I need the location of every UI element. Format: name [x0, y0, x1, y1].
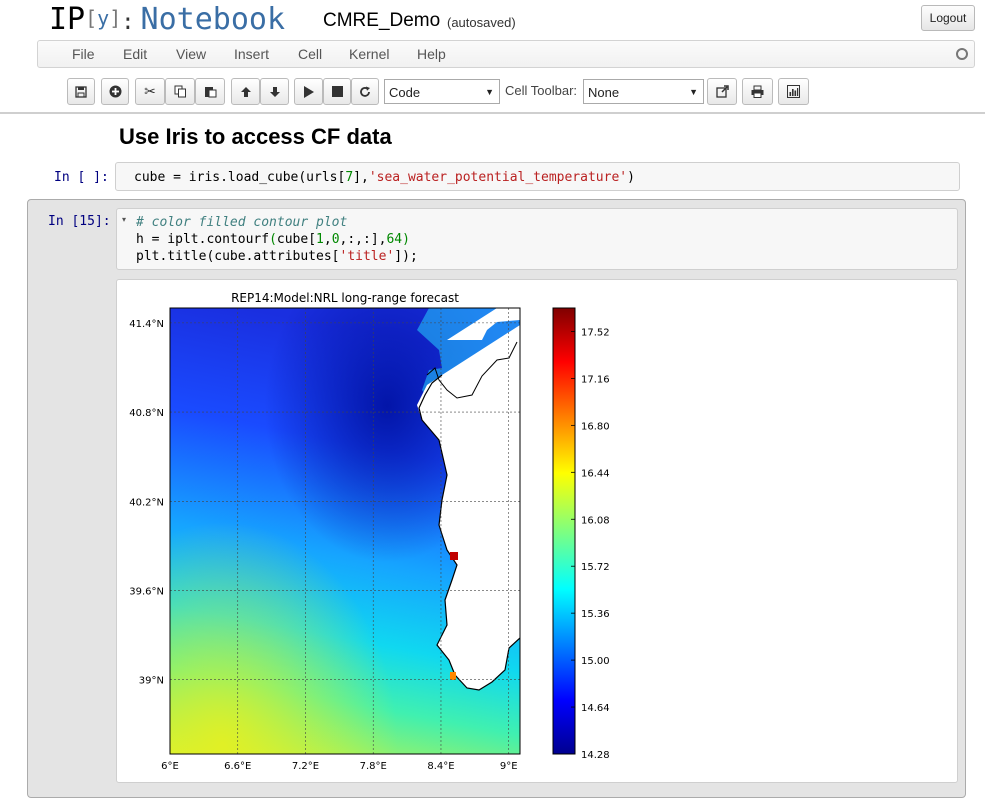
x-tick-label: 8.4°E — [427, 761, 454, 772]
y-tick-label: 39°N — [139, 676, 164, 687]
logo-notebook-text: Notebook — [140, 2, 286, 37]
colorbar-tick-label: 15.00 — [581, 656, 610, 667]
insert-cell-button[interactable] — [101, 78, 129, 105]
cell-prompt: In [15]: — [48, 214, 111, 229]
menu-edit[interactable]: Edit — [123, 46, 147, 62]
markdown-heading[interactable]: Use Iris to access CF data — [119, 124, 392, 150]
y-tick-label: 41.4°N — [129, 319, 164, 330]
warm-spot — [450, 672, 456, 680]
dropdown-arrow-icon: ▼ — [689, 87, 698, 97]
colorbar-tick-label: 14.64 — [581, 703, 610, 714]
kernel-idle-icon — [956, 48, 968, 60]
paste-icon — [204, 87, 216, 98]
header: IP[y]: Notebook CMRE_Demo (autosaved) Log… — [0, 0, 985, 40]
bar-chart-icon — [787, 85, 800, 98]
x-tick-label: 6.6°E — [224, 761, 251, 772]
colorbar-tick-label: 15.72 — [581, 562, 610, 573]
toolbar: ✂ Code ▼ Cell Toolbar: None ▼ — [0, 72, 985, 110]
colorbar-tick-label: 16.44 — [581, 468, 610, 479]
dropdown-arrow-icon: ▼ — [485, 87, 494, 97]
copy-button[interactable] — [165, 78, 195, 105]
colorbar-tick-label: 14.28 — [581, 750, 610, 761]
x-axis: 6°E 6.6°E 7.2°E 7.8°E 8.4°E 9°E — [161, 761, 517, 772]
colorbar-tick-label: 17.52 — [581, 327, 610, 338]
contour-plot: 6°E 6.6°E 7.2°E 7.8°E 8.4°E 9°E 41.4°N40.8°N4… — [129, 291, 610, 772]
move-up-button[interactable] — [231, 78, 260, 105]
collapse-arrow-icon[interactable]: ▾ — [122, 215, 126, 224]
cell-type-value: Code — [389, 85, 421, 100]
x-tick-label: 7.8°E — [360, 761, 387, 772]
x-tick-label: 7.2°E — [292, 761, 319, 772]
cell-toolbar-label: Cell Toolbar: — [505, 83, 578, 98]
menu-insert[interactable]: Insert — [234, 46, 269, 62]
notebook-name[interactable]: CMRE_Demo — [323, 10, 440, 32]
x-tick-label: 6°E — [161, 761, 179, 772]
colorbar-tick-label: 16.80 — [581, 421, 610, 432]
x-tick-label: 9°E — [500, 761, 518, 772]
arrow-down-icon — [269, 86, 280, 97]
colorbar-ticks: 17.52 17.16 16.80 16.44 16.08 15.72 15.36 15.00… — [571, 327, 610, 761]
ipython-logo[interactable]: IP[y]: Notebook — [49, 2, 285, 38]
autosave-status: (autosaved) — [447, 15, 516, 30]
output-area: 6°E 6.6°E 7.2°E 7.8°E 8.4°E 9°E 41.4°N 40.8°N 4… — [116, 279, 958, 783]
colorbar — [552, 307, 576, 755]
arrow-up-icon — [240, 86, 251, 97]
scissors-icon: ✂ — [144, 83, 156, 99]
menu-cell[interactable]: Cell — [298, 46, 322, 62]
menu-file[interactable]: File — [72, 46, 95, 62]
cell-prompt: In [ ]: — [54, 170, 109, 185]
menu-view[interactable]: View — [176, 46, 206, 62]
y-axis: 41.4°N 40.8°N 40.2°N 39.6°N 39°N — [129, 319, 164, 687]
cell-toolbar-value: None — [588, 85, 620, 100]
share-icon — [715, 85, 729, 98]
print-button[interactable] — [742, 78, 773, 105]
slideshow-button[interactable] — [778, 78, 809, 105]
print-icon — [751, 85, 764, 98]
paste-button[interactable] — [195, 78, 225, 105]
chart-title: REP14:Model:NRL long-range forecast — [231, 291, 459, 305]
menu-help[interactable]: Help — [417, 46, 446, 62]
code-input-1[interactable]: cube = iris.load_cube(urls[7],'sea_water… — [115, 162, 960, 191]
colorbar-tick-label: 17.16 — [581, 374, 610, 385]
y-tick-label: 40.8°N — [129, 408, 164, 419]
logo-y-text: y — [97, 6, 110, 30]
save-icon — [75, 85, 87, 98]
colorbar-tick-label: 16.08 — [581, 515, 610, 526]
cut-button[interactable]: ✂ — [135, 78, 165, 105]
restart-button[interactable] — [351, 78, 379, 105]
cell-type-select[interactable]: Code ▼ — [384, 79, 500, 104]
run-cell-button[interactable] — [294, 78, 323, 105]
colorbar-tick-label: 15.36 — [581, 609, 610, 620]
refresh-icon — [360, 86, 370, 97]
plus-circle-icon — [109, 85, 121, 98]
menu-kernel[interactable]: Kernel — [349, 46, 389, 62]
cell-toolbar-select[interactable]: None ▼ — [583, 79, 704, 104]
logo-ip-text: IP — [49, 2, 86, 37]
stop-icon — [331, 86, 343, 97]
move-down-button[interactable] — [260, 78, 289, 105]
publish-button[interactable] — [707, 78, 737, 105]
hot-spot — [450, 552, 458, 560]
menu-bar: File Edit View Insert Cell Kernel Help — [37, 40, 975, 68]
y-tick-label: 39.6°N — [129, 586, 164, 597]
play-icon — [304, 85, 314, 98]
interrupt-button[interactable] — [323, 78, 351, 105]
save-button[interactable] — [67, 78, 95, 105]
logout-button[interactable]: Logout — [921, 5, 975, 31]
copy-icon — [174, 85, 186, 98]
y-tick-label: 40.2°N — [129, 497, 164, 508]
code-input-2[interactable]: # color filled contour plot h = iplt.con… — [116, 208, 958, 270]
